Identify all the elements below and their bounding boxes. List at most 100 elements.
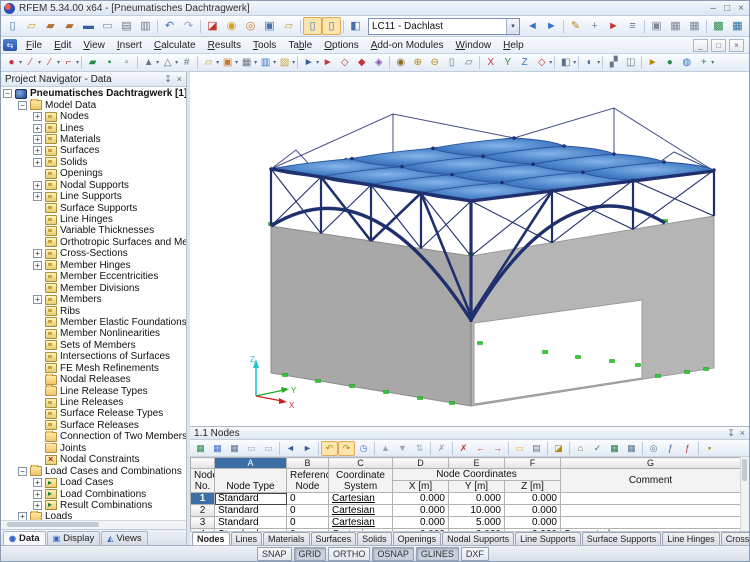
isometric-view-icon[interactable]: ◇ <box>533 55 550 71</box>
tree-item-loads[interactable]: +Loads <box>1 511 186 520</box>
dimension-icon[interactable]: # <box>178 55 195 71</box>
tree-item-solids[interactable]: +Solids <box>1 157 186 168</box>
tree-item-members[interactable]: +Members <box>1 294 186 305</box>
expand-icon[interactable]: + <box>33 135 42 144</box>
toggle-navigator-icon[interactable]: ▯ <box>303 17 322 35</box>
import-table-icon[interactable]: ◄ <box>282 441 299 456</box>
tree-item-connection-of-two-members[interactable]: Connection of Two Members <box>1 431 186 442</box>
print-icon[interactable]: ▤ <box>117 17 136 35</box>
column-letter-A[interactable]: A <box>215 458 287 469</box>
menu-item-window[interactable]: Window <box>450 39 498 52</box>
select-arrow-icon[interactable]: ► <box>300 55 317 71</box>
table-tab-surface-supports[interactable]: Surface Supports <box>582 532 662 545</box>
new-surface-icon[interactable]: ▰ <box>84 55 101 71</box>
new-file-icon[interactable]: ▯ <box>3 17 22 35</box>
render-surfaces-icon[interactable]: ● <box>661 55 678 71</box>
mdi-restore-button[interactable]: □ <box>711 39 726 52</box>
table-insert-icon[interactable]: ▦ <box>209 441 226 456</box>
pin-icon[interactable]: ↧ <box>727 428 735 439</box>
cell-D1[interactable]: 0.000 <box>393 493 449 505</box>
cell-C4[interactable]: Cartesian <box>329 529 393 532</box>
rfem-menu-icon[interactable]: ⇆ <box>3 39 17 51</box>
table-active-icon[interactable]: ▦ <box>192 441 209 456</box>
table-tab-line-supports[interactable]: Line Supports <box>515 532 581 545</box>
row-number-4[interactable]: 4 <box>191 529 215 532</box>
view-z-icon[interactable]: Z <box>516 55 533 71</box>
save-icon[interactable]: ▬ <box>79 17 98 35</box>
render-mode-icon[interactable]: ◧ <box>557 55 574 71</box>
background-layers-icon[interactable]: ▨ <box>276 55 293 71</box>
table-filter-icon[interactable]: ▭ <box>260 441 277 456</box>
menu-item-insert[interactable]: Insert <box>111 39 148 52</box>
tree-item-joints[interactable]: Joints <box>1 443 186 454</box>
tree-item-member-hinges[interactable]: +Member Hinges <box>1 260 186 271</box>
status-toggle-grid[interactable]: GRID <box>294 547 327 561</box>
cell-B2[interactable]: 0 <box>287 505 329 517</box>
menu-item-edit[interactable]: Edit <box>48 39 77 52</box>
expand-icon[interactable]: − <box>18 467 27 476</box>
zoom-all-icon[interactable]: ◎ <box>241 17 260 35</box>
search-icon[interactable]: ◎ <box>645 441 662 456</box>
previous-load-case-icon[interactable]: ◄ <box>523 17 542 35</box>
expand-icon[interactable]: + <box>33 295 42 304</box>
expand-icon[interactable]: + <box>33 124 42 133</box>
corner-cell[interactable] <box>191 458 215 469</box>
row-number-1[interactable]: 1 <box>191 493 215 505</box>
toggle-tables-icon[interactable]: ▯ <box>322 17 341 35</box>
tree-item-nodal-releases[interactable]: Nodal Releases <box>1 374 186 385</box>
table-tab-openings[interactable]: Openings <box>393 532 442 545</box>
cell-G1[interactable] <box>561 493 741 505</box>
tree-item-model-data[interactable]: −Model Data <box>1 99 186 110</box>
new-support-icon[interactable]: ▲ <box>140 55 157 71</box>
status-toggle-snap[interactable]: SNAP <box>257 547 292 561</box>
navigator-tab-display[interactable]: ▣Display <box>47 531 101 545</box>
view-x-icon[interactable]: X <box>482 55 499 71</box>
new-line-icon[interactable]: ⁄ <box>22 55 39 71</box>
cell-A4[interactable]: Standard <box>215 529 287 532</box>
tree-item-nodes[interactable]: +Nodes <box>1 111 186 122</box>
header-node-coordinates[interactable]: Node Coordinates <box>393 469 561 481</box>
expand-icon[interactable]: − <box>18 101 27 110</box>
numbering-icon[interactable]: ▦ <box>238 55 255 71</box>
row-number-2[interactable]: 2 <box>191 505 215 517</box>
expand-icon[interactable]: + <box>33 112 42 121</box>
tree-item-surface-releases[interactable]: Surface Releases <box>1 420 186 431</box>
tree-item-orthotropic-surfaces-and-membra[interactable]: Orthotropic Surfaces and Membra <box>1 237 186 248</box>
tree-item-variable-thicknesses[interactable]: Variable Thicknesses <box>1 225 186 236</box>
status-toggle-osnap[interactable]: OSNAP <box>372 547 414 561</box>
export-table-icon[interactable]: ► <box>299 441 316 456</box>
display-properties-icon[interactable]: ◐ <box>581 55 598 71</box>
print-preview-icon[interactable]: ▥ <box>136 17 155 35</box>
navigator-tab-data[interactable]: ◉Data <box>3 531 46 545</box>
move-down-icon[interactable]: ▼ <box>394 441 411 456</box>
tree-item-surface-supports[interactable]: Surface Supports <box>1 202 186 213</box>
cell-E4[interactable]: 0.000 <box>449 529 505 532</box>
tree-item-materials[interactable]: +Materials <box>1 134 186 145</box>
tree-item-load-combinations[interactable]: +Load Combinations <box>1 488 186 499</box>
edit-list-icon[interactable]: ≡ <box>623 17 642 35</box>
tree-item-line-release-types[interactable]: Line Release Types <box>1 385 186 396</box>
chart-icon[interactable]: ◪ <box>550 441 567 456</box>
expand-icon[interactable]: + <box>33 192 42 201</box>
header-reference-node[interactable]: ReferenceNode <box>287 469 329 493</box>
cell-G2[interactable] <box>561 505 741 517</box>
expand-icon[interactable]: − <box>3 89 12 98</box>
menu-item-options[interactable]: Options <box>318 39 364 52</box>
select-region-icon[interactable]: ◈ <box>370 55 387 71</box>
insert-row-icon[interactable]: → <box>489 441 506 456</box>
menu-item-results[interactable]: Results <box>202 39 247 52</box>
load-case-selector[interactable]: LC11 - Dachlast ▾ <box>368 18 520 35</box>
background-layers-dropdown-icon[interactable]: ▾ <box>292 59 295 66</box>
tree-item-member-divisions[interactable]: Member Divisions <box>1 282 186 293</box>
new-hinge-icon[interactable]: △ <box>159 55 176 71</box>
table-tab-line-hinges[interactable]: Line Hinges <box>662 532 720 545</box>
visibility-user-icon[interactable]: ◫ <box>622 55 639 71</box>
cell-D3[interactable]: 0.000 <box>393 517 449 529</box>
tree-item-openings[interactable]: Openings <box>1 168 186 179</box>
table-next-icon[interactable]: ▦ <box>226 441 243 456</box>
zoom-region-icon[interactable]: ◉ <box>222 17 241 35</box>
table-tab-lines[interactable]: Lines <box>231 532 263 545</box>
column-letter-F[interactable]: F <box>505 458 561 469</box>
mdi-minimize-button[interactable]: _ <box>693 39 708 52</box>
close-icon[interactable]: × <box>740 428 745 439</box>
